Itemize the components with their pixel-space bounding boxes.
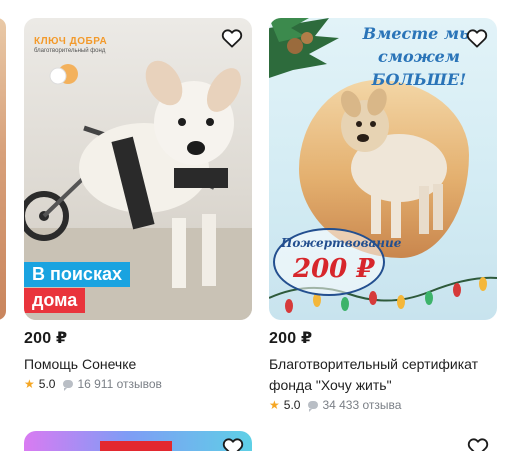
next-row-card-banner [100, 441, 172, 451]
product-title[interactable]: Благотворительный сертификат фонда "Хочу… [269, 354, 497, 396]
favorite-button[interactable] [221, 437, 245, 451]
heart-outline-icon [467, 438, 489, 451]
heart-outline-icon [466, 29, 488, 48]
donation-label: Пожертвование [281, 236, 402, 250]
favorite-button[interactable] [220, 26, 244, 50]
favorite-button[interactable] [466, 437, 490, 451]
next-row-card[interactable] [269, 431, 497, 451]
donation-amount: 200 ₽ [293, 254, 375, 284]
heart-outline-icon [222, 438, 244, 451]
star-icon: ★ [269, 398, 280, 412]
logo-subtitle: благотворительный фонд [34, 48, 106, 54]
reviews-count[interactable]: 34 433 отзыва [322, 398, 401, 412]
product-title-link[interactable]: Благотворительный сертификат фонда "Хочу… [269, 356, 478, 393]
next-row-card[interactable] [24, 431, 252, 451]
product-rating-row: ★ 5.0 16 911 отзывов [24, 377, 252, 391]
product-image[interactable]: КЛЮЧ ДОБРА благотворительный фонд В поис… [24, 18, 252, 320]
rating-value: 5.0 [283, 398, 301, 412]
product-image[interactable]: Вместе мы сможем БОЛЬШЕ! Пожертвование 2… [269, 18, 497, 320]
reviews-count[interactable]: 16 911 отзывов [77, 377, 161, 391]
product-price: 200 ₽ [24, 330, 68, 347]
product-price: 200 ₽ [269, 330, 313, 347]
favorite-button[interactable] [465, 26, 489, 50]
product-rating-row: ★ 5.0 34 433 отзыва [269, 398, 497, 412]
reviews-bubble-icon [308, 401, 319, 412]
reviews-bubble-icon [63, 380, 74, 391]
product-title[interactable]: Помощь Сонечке [24, 354, 252, 375]
previous-card-edge[interactable] [0, 18, 6, 320]
product-card[interactable]: Вместе мы сможем БОЛЬШЕ! Пожертвование 2… [269, 18, 497, 412]
rating-value: 5.0 [38, 377, 56, 391]
product-title-link[interactable]: Помощь Сонечке [24, 356, 136, 372]
star-icon: ★ [24, 377, 35, 391]
product-card[interactable]: КЛЮЧ ДОБРА благотворительный фонд В поис… [24, 18, 252, 391]
promo-tag-red: дома [24, 288, 86, 313]
logo-name: КЛЮЧ ДОБРА [34, 36, 108, 47]
heart-outline-icon [221, 29, 243, 48]
charity-logo: КЛЮЧ ДОБРА благотворительный фонд [34, 36, 107, 54]
promo-tag-blue: В поисках [24, 262, 130, 287]
